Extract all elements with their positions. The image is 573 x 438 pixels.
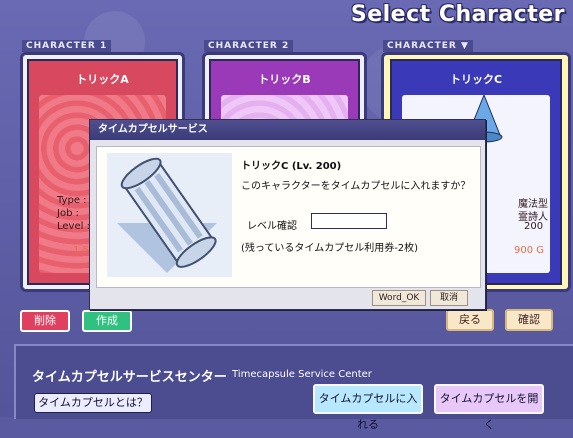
create-button[interactable]: 作成 [82,310,132,332]
dialog-cancel-button[interactable]: 取消 [430,290,468,306]
card-gold: 900 G [514,245,545,256]
card-level-label: Level : [57,221,90,232]
dialog-ok-button[interactable]: Word_OK [372,290,426,306]
slot-label-1: CHARACTER 1 [22,40,112,52]
slot-label-2: CHARACTER 2 [204,40,294,52]
center-title: タイムカプセルサービスセンター [32,370,227,385]
card-type-label: Type : [57,195,87,206]
card-level-value: 200 [524,221,544,232]
dialog-title[interactable]: タイムカプセルサービス [90,120,485,140]
open-timecapsule-button[interactable]: タイムカプセルを開く [434,384,544,431]
timecapsule-center-panel: タイムカプセルサービスセンター Timecapsule Service Cent… [14,344,573,431]
put-in-timecapsule-button[interactable]: タイムカプセルに入れる [313,384,423,431]
card-job-label: Job : [57,208,79,219]
confirm-button[interactable]: 確認 [505,309,553,331]
center-subtitle: Timecapsule Service Center [232,369,372,380]
card-name: トリックA [76,73,129,86]
back-button[interactable]: 戻る [446,309,494,331]
dialog-body: トリックC (Lv. 200) このキャラクターをタイムカプセルに入れますか？ … [96,146,481,288]
timecapsule-icon [107,153,232,277]
card-name: トリックB [258,73,311,86]
page-title: Select Character [350,2,565,27]
slot-label-3[interactable]: CHARACTER ▼ [383,40,473,52]
remaining-tickets-text: (残っているタイムカプセル利用券-2枚) [241,243,419,254]
level-confirm-input[interactable] [311,213,387,229]
delete-button[interactable]: 削除 [20,310,70,332]
dialog-question: このキャラクターをタイムカプセルに入れますか？ [241,181,471,192]
level-confirm-label: レベル確認 [247,221,297,232]
dialog-character-name: トリックC (Lv. 200) [241,161,342,172]
card-gold: 1,5 [73,245,89,256]
about-timecapsule-button[interactable]: タイムカプセルとは？ [34,393,152,413]
timecapsule-dialog: タイムカプセルサービス トリックC (Lv. 200) このキャラクターをタイム… [89,119,486,310]
card-name: トリックC [449,73,503,86]
